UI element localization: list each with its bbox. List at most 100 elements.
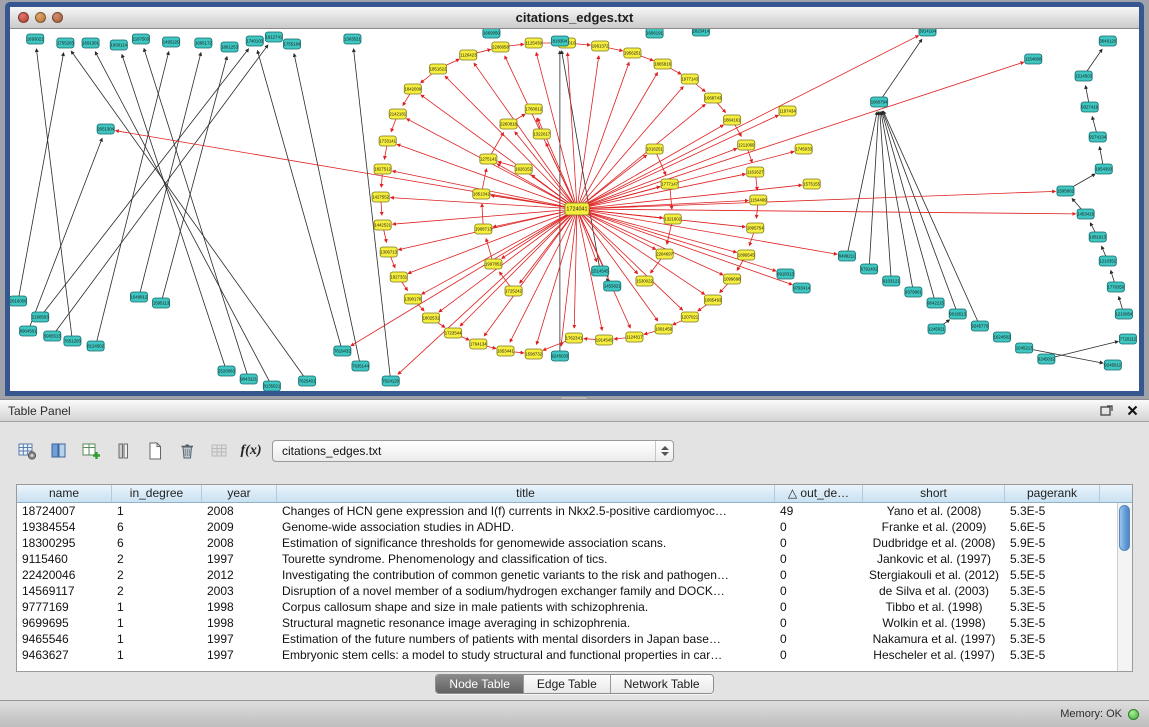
graph-node[interactable]: 5905513 — [44, 331, 62, 341]
tab-edge-table[interactable]: Edge Table — [524, 675, 611, 693]
graph-node[interactable]: 2526063 — [218, 366, 236, 376]
graph-node[interactable]: 1908713 — [475, 224, 493, 234]
cell[interactable]: 0 — [775, 615, 863, 631]
tab-network-table[interactable]: Network Table — [611, 675, 713, 693]
cell[interactable]: Tibbo et al. (1998) — [863, 599, 1005, 615]
graph-node[interactable]: 9245033 — [551, 351, 569, 361]
table-mode-icon[interactable] — [14, 438, 40, 464]
minimize-window-icon[interactable] — [35, 12, 46, 23]
graph-node[interactable]: 1725242 — [505, 286, 523, 296]
cell[interactable]: Disruption of a novel member of a sodium… — [277, 583, 775, 599]
graph-node[interactable]: 2823414 — [692, 29, 710, 36]
graph-node[interactable]: 1777147 — [661, 179, 679, 189]
cell[interactable]: 9699695 — [17, 615, 112, 631]
cell[interactable]: 5.5E-5 — [1005, 567, 1100, 583]
graph-node[interactable]: 7619432 — [334, 346, 352, 356]
table-row[interactable]: 977716911998Corpus callosum shape and si… — [17, 599, 1117, 615]
graph-node[interactable]: 1187503 — [132, 34, 149, 44]
table-row[interactable]: 1872400712008Changes of HCN gene express… — [17, 503, 1117, 519]
window-titlebar[interactable]: citations_edges.txt — [10, 7, 1139, 29]
graph-node[interactable]: 8918313 — [777, 269, 795, 279]
table-row[interactable]: 1830029562008Estimation of significance … — [17, 535, 1117, 551]
graph-node[interactable]: 1914545 — [596, 335, 614, 345]
cell[interactable]: Franke et al. (2009) — [863, 519, 1005, 535]
graph-node[interactable]: 1966794 — [871, 97, 889, 107]
cell[interactable]: 18300295 — [17, 535, 112, 551]
cell[interactable]: Estimation of significance thresholds fo… — [277, 535, 775, 551]
cell[interactable]: 0 — [775, 583, 863, 599]
cell[interactable]: 2008 — [202, 503, 277, 519]
graph-node[interactable]: 1770350 — [1107, 282, 1125, 292]
network-canvas[interactable]: 1851622112642322060581125439165801019613… — [10, 29, 1139, 391]
cell[interactable]: 5.3E-5 — [1005, 647, 1100, 663]
graph-node[interactable]: 1693021 — [27, 34, 45, 44]
graph-node[interactable]: 1595802 — [1057, 186, 1075, 196]
graph-node[interactable]: 1085493 — [704, 295, 722, 305]
graph-node[interactable]: 1514503 — [1075, 71, 1093, 81]
graph-node[interactable]: 1210954 — [1115, 309, 1133, 319]
graph-node[interactable]: 9327419 — [1081, 102, 1099, 112]
graph-node[interactable]: 1390178 — [404, 294, 422, 304]
graph-node[interactable]: 1745033 — [795, 144, 813, 154]
graph-node[interactable]: 1210352 — [1099, 256, 1117, 266]
cell[interactable]: 1 — [112, 647, 202, 663]
cell[interactable]: Changes of HCN gene expression and I(f) … — [277, 503, 775, 519]
cell[interactable]: 19384554 — [17, 519, 112, 535]
graph-node[interactable]: 1624502 — [993, 332, 1011, 342]
graph-node[interactable]: 1895754 — [747, 223, 765, 233]
graph-node[interactable]: 1762341 — [565, 333, 583, 343]
graph-node[interactable]: 1306713 — [380, 247, 398, 257]
graph-node[interactable]: 1207021 — [681, 312, 699, 322]
graph-node[interactable]: 1321602 — [664, 214, 682, 224]
graph-node[interactable]: 1733141 — [379, 136, 397, 146]
graph-node[interactable]: 1851342 — [473, 189, 491, 199]
graph-node[interactable]: 2160503 — [32, 312, 50, 322]
column-header-short[interactable]: short — [863, 485, 1005, 502]
graph-node[interactable]: 9793414 — [793, 283, 811, 293]
cell[interactable]: Investigating the contribution of common… — [277, 567, 775, 583]
graph-node[interactable]: 1760012 — [525, 104, 543, 114]
network-graph[interactable]: 1851622112642322060581125439165801019613… — [10, 29, 1139, 391]
graph-node[interactable]: 8791402 — [861, 264, 879, 274]
graph-node[interactable]: 1899545 — [738, 250, 756, 260]
graph-node[interactable]: 7624120 — [382, 376, 400, 386]
column-header-name[interactable]: name — [17, 485, 112, 502]
graph-node[interactable]: 1865816 — [654, 59, 672, 69]
graph-node[interactable]: 818304 — [551, 36, 568, 46]
graph-node[interactable]: 1954393 — [1095, 164, 1113, 174]
graph-node[interactable]: 9642215 — [927, 298, 945, 308]
graph-node[interactable]: 1598732 — [525, 349, 543, 359]
table-row[interactable]: 1938455462009Genome-wide association stu… — [17, 519, 1117, 535]
cell[interactable]: 2009 — [202, 519, 277, 535]
cell[interactable]: 1 — [112, 503, 202, 519]
cell[interactable]: 5.3E-5 — [1005, 583, 1100, 599]
cell[interactable]: 0 — [775, 599, 863, 615]
graph-node[interactable]: 9643121 — [240, 374, 258, 384]
cell[interactable]: 5.3E-5 — [1005, 551, 1100, 567]
cell[interactable]: 1 — [112, 599, 202, 615]
graph-node[interactable]: 7720112 — [1119, 334, 1136, 344]
graph-node[interactable]: 1322017 — [533, 129, 551, 139]
graph-node[interactable]: 1861253 — [221, 42, 239, 52]
graph-node[interactable]: 8124502 — [87, 341, 105, 351]
graph-node[interactable]: 1245021 — [928, 324, 946, 334]
column-header-out_de[interactable]: △ out_de… — [775, 485, 863, 502]
graph-node[interactable]: 9379901 — [905, 287, 923, 297]
graph-node[interactable]: 1154808 — [1025, 54, 1042, 64]
graph-node[interactable]: 1724041 — [565, 203, 589, 215]
graph-node[interactable]: 9245770 — [971, 321, 989, 331]
new-table-icon[interactable] — [142, 438, 168, 464]
cell[interactable]: 2008 — [202, 535, 277, 551]
column-header-pagerank[interactable]: pagerank — [1005, 485, 1100, 502]
function-builder-icon[interactable]: f(x) — [238, 438, 264, 464]
cell[interactable]: 5.3E-5 — [1005, 503, 1100, 519]
table-source-dropdown[interactable]: citations_edges.txt — [272, 440, 674, 462]
tab-node-table[interactable]: Node Table — [436, 675, 524, 693]
graph-node[interactable]: 9016513 — [949, 309, 967, 319]
cell[interactable]: 5.3E-5 — [1005, 599, 1100, 615]
cell[interactable]: 9465546 — [17, 631, 112, 647]
cell[interactable]: 0 — [775, 519, 863, 535]
delete-table-icon[interactable] — [174, 438, 200, 464]
cell[interactable]: Stergiakouli et al. (2012) — [863, 567, 1005, 583]
cell[interactable]: 18724007 — [17, 503, 112, 519]
